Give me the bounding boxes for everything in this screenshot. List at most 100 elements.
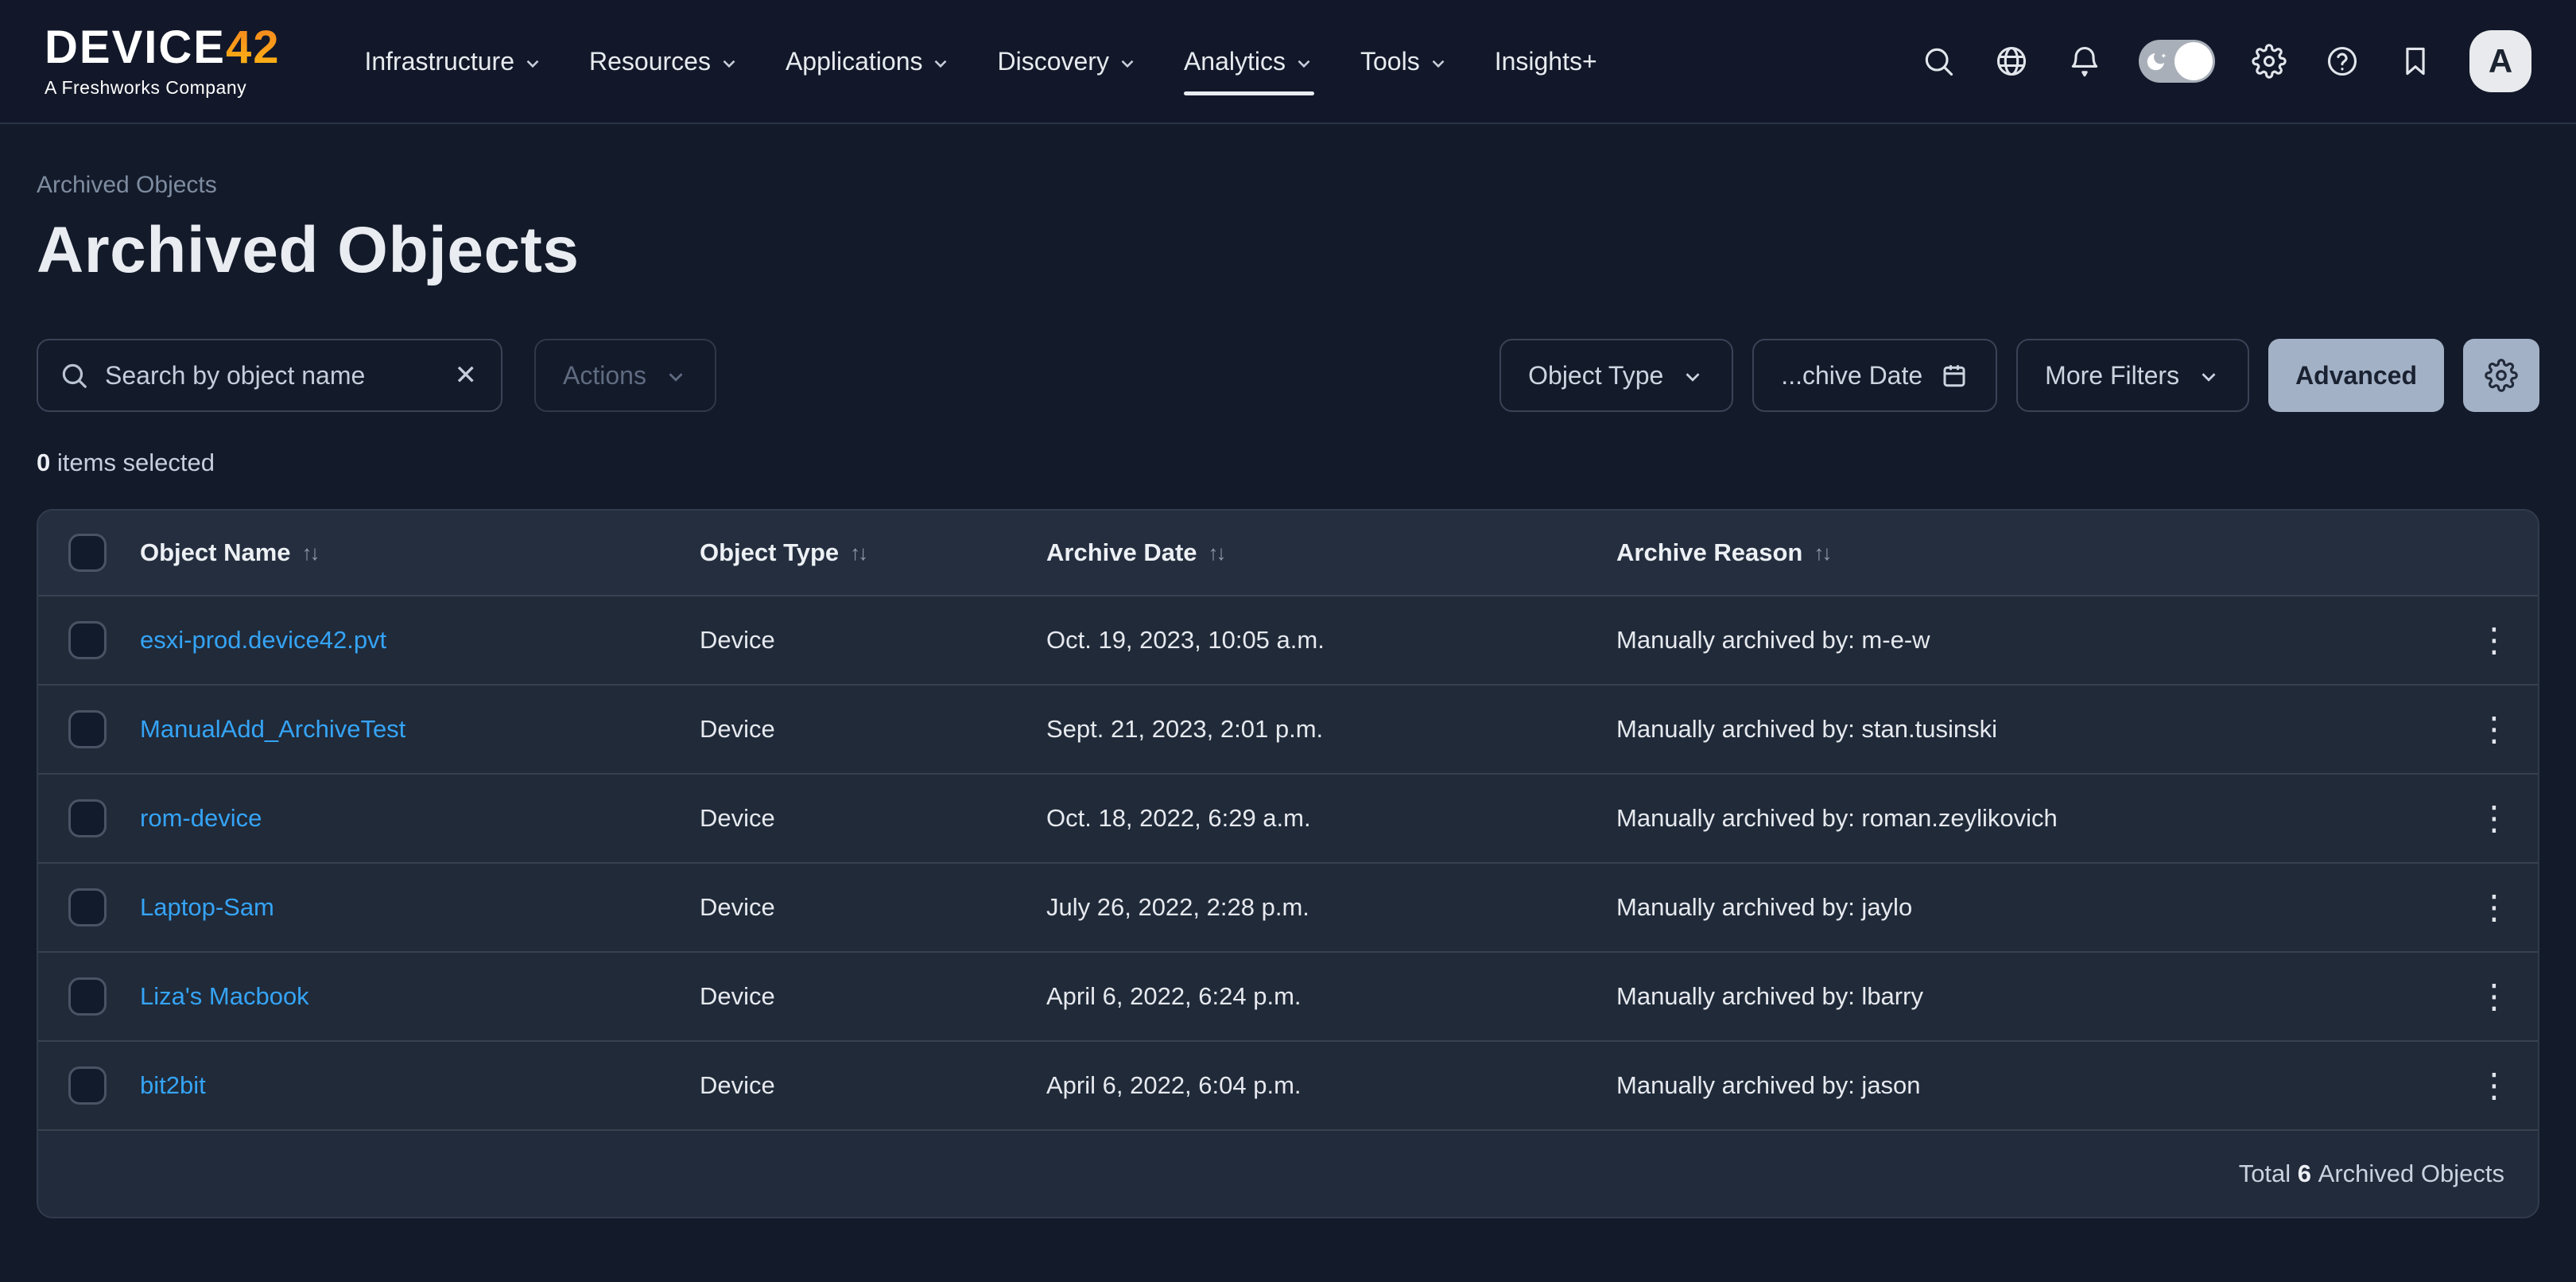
table-row: ManualAdd_ArchiveTest Device Sept. 21, 2… [38, 684, 2538, 773]
total-suffix: Archived Objects [2318, 1160, 2504, 1188]
device42-logo[interactable]: DEVICE42 A Freshworks Company [45, 25, 280, 99]
archive-date-filter-label: ...chive Date [1781, 361, 1922, 390]
search-input[interactable] [105, 361, 436, 390]
settings-gear-icon[interactable] [2250, 42, 2288, 80]
nav-item-label: Applications [786, 47, 923, 76]
bookmark-icon[interactable] [2396, 42, 2434, 80]
gear-icon [2485, 359, 2518, 392]
logo-tagline: A Freshworks Company [45, 77, 280, 99]
sort-icon[interactable]: ↑↓ [1814, 541, 1829, 565]
globe-icon[interactable] [1992, 42, 2031, 80]
logo-text: DEVICE42 [45, 25, 280, 71]
table-row: Liza's Macbook Device April 6, 2022, 6:2… [38, 951, 2538, 1040]
chevron-down-icon [1294, 53, 1314, 74]
row-actions-kebab-icon[interactable]: ⋮ [2466, 1066, 2522, 1105]
chevron-down-icon [2197, 365, 2221, 389]
selected-text: items selected [57, 449, 215, 476]
nav-item-label: Resources [589, 47, 711, 76]
object-name-link[interactable]: esxi-prod.device42.pvt [140, 626, 386, 654]
nav-item-label: Analytics [1184, 47, 1286, 76]
chevron-down-icon [1428, 53, 1449, 74]
archive-reason-cell: Manually archived by: lbarry [1616, 982, 2450, 1011]
column-header-object-type[interactable]: Object Type ↑↓ [700, 538, 1046, 567]
table-header-row: Object Name ↑↓ Object Type ↑↓ Archive Da… [38, 511, 2538, 595]
chevron-down-icon [1681, 365, 1705, 389]
archive-date-filter[interactable]: ...chive Date [1752, 339, 1997, 412]
nav-item-applications[interactable]: Applications [768, 33, 969, 91]
select-all-checkbox[interactable] [68, 534, 107, 572]
row-checkbox[interactable] [68, 888, 107, 927]
object-type-cell: Device [700, 982, 1046, 1011]
object-name-link[interactable]: rom-device [140, 804, 262, 832]
chevron-down-icon [522, 53, 543, 74]
column-header-object-name[interactable]: Object Name ↑↓ [140, 538, 700, 567]
object-name-link[interactable]: Liza's Macbook [140, 982, 309, 1010]
object-type-cell: Device [700, 715, 1046, 744]
archive-reason-cell: Manually archived by: m-e-w [1616, 626, 2450, 655]
nav-item-infrastructure[interactable]: Infrastructure [347, 33, 561, 91]
column-header-archive-reason[interactable]: Archive Reason ↑↓ [1616, 538, 2450, 567]
chevron-down-icon [930, 53, 951, 74]
chevron-down-icon [1117, 53, 1138, 74]
search-box: ✕ [37, 339, 502, 412]
object-type-cell: Device [700, 804, 1046, 833]
archive-reason-cell: Manually archived by: jaylo [1616, 893, 2450, 922]
sort-icon[interactable]: ↑↓ [850, 541, 866, 565]
row-checkbox[interactable] [68, 799, 107, 837]
object-type-filter[interactable]: Object Type [1499, 339, 1733, 412]
primary-nav: Infrastructure Resources Applications Di… [347, 33, 1614, 91]
object-type-cell: Device [700, 626, 1046, 655]
row-actions-kebab-icon[interactable]: ⋮ [2466, 798, 2522, 838]
top-navigation-bar: DEVICE42 A Freshworks Company Infrastruc… [0, 0, 2576, 124]
object-name-link[interactable]: Laptop-Sam [140, 893, 274, 921]
archive-reason-cell: Manually archived by: stan.tusinski [1616, 715, 2450, 744]
nav-item-insights[interactable]: Insights+ [1477, 33, 1615, 91]
nav-item-tools[interactable]: Tools [1343, 33, 1466, 91]
theme-toggle[interactable] [2139, 40, 2215, 83]
table-settings-button[interactable] [2463, 339, 2539, 412]
sort-icon[interactable]: ↑↓ [1208, 541, 1224, 565]
row-checkbox[interactable] [68, 1066, 107, 1105]
column-header-archive-date[interactable]: Archive Date ↑↓ [1046, 538, 1616, 567]
object-name-link[interactable]: bit2bit [140, 1071, 206, 1099]
nav-item-label: Insights+ [1495, 47, 1597, 76]
archive-date-cell: July 26, 2022, 2:28 p.m. [1046, 893, 1616, 922]
row-checkbox[interactable] [68, 710, 107, 748]
row-actions-kebab-icon[interactable]: ⋮ [2466, 888, 2522, 927]
clear-search-icon[interactable]: ✕ [452, 359, 481, 391]
table-footer: Total 6 Archived Objects [38, 1129, 2538, 1217]
nav-item-analytics[interactable]: Analytics [1166, 33, 1332, 91]
object-name-link[interactable]: ManualAdd_ArchiveTest [140, 715, 405, 743]
archive-date-cell: Oct. 19, 2023, 10:05 a.m. [1046, 626, 1616, 655]
row-checkbox[interactable] [68, 621, 107, 659]
archive-date-cell: Oct. 18, 2022, 6:29 a.m. [1046, 804, 1616, 833]
total-label: Total [2239, 1160, 2291, 1188]
search-icon[interactable] [1919, 42, 1957, 80]
row-actions-kebab-icon[interactable]: ⋮ [2466, 709, 2522, 749]
archived-objects-table: Object Name ↑↓ Object Type ↑↓ Archive Da… [37, 509, 2539, 1218]
table-row: bit2bit Device April 6, 2022, 6:04 p.m. … [38, 1040, 2538, 1129]
nav-item-label: Tools [1360, 47, 1420, 76]
toggle-knob [2174, 42, 2213, 80]
search-icon [59, 360, 89, 390]
row-actions-kebab-icon[interactable]: ⋮ [2466, 620, 2522, 660]
advanced-button[interactable]: Advanced [2268, 339, 2444, 412]
more-filters-label: More Filters [2045, 361, 2179, 390]
help-icon[interactable] [2323, 42, 2361, 80]
calendar-icon [1940, 361, 1969, 390]
more-filters-button[interactable]: More Filters [2016, 339, 2249, 412]
nav-item-resources[interactable]: Resources [572, 33, 757, 91]
toolbar: ✕ Actions Object Type ...chive Date More… [37, 339, 2539, 412]
row-checkbox[interactable] [68, 977, 107, 1016]
nav-item-label: Discovery [997, 47, 1108, 76]
row-actions-kebab-icon[interactable]: ⋮ [2466, 977, 2522, 1016]
nav-item-discovery[interactable]: Discovery [980, 33, 1154, 91]
table-row: rom-device Device Oct. 18, 2022, 6:29 a.… [38, 773, 2538, 862]
user-avatar[interactable]: A [2469, 30, 2531, 92]
chevron-down-icon [719, 53, 739, 74]
notifications-bell-icon[interactable] [2066, 42, 2104, 80]
actions-button-label: Actions [563, 361, 646, 390]
selection-status: 0 items selected [37, 449, 2539, 477]
actions-button[interactable]: Actions [534, 339, 716, 412]
sort-icon[interactable]: ↑↓ [302, 541, 318, 565]
